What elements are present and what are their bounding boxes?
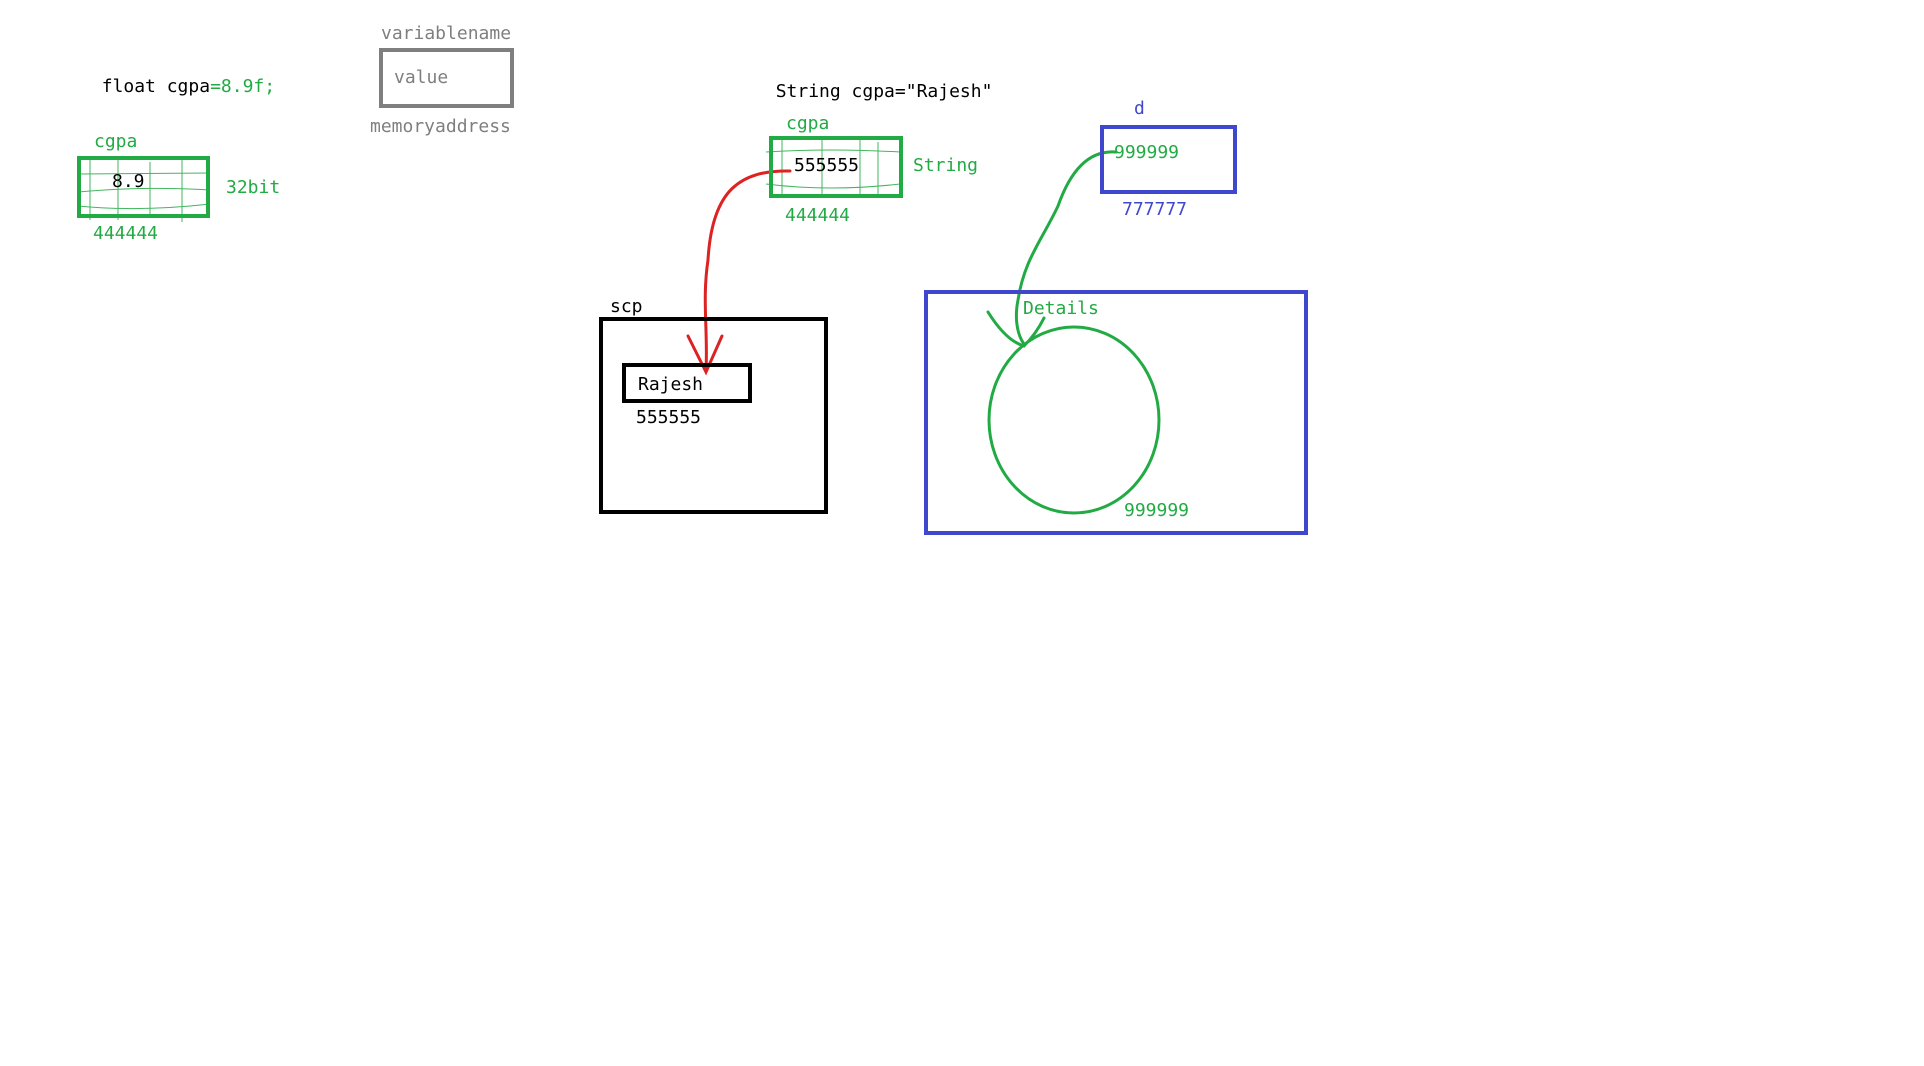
scp-area xyxy=(599,317,828,514)
legend-variable-name: variablename xyxy=(381,23,512,44)
float-address: 444444 xyxy=(93,223,159,244)
heap-object-address: 999999 xyxy=(1124,500,1190,521)
float-value: 8.9 xyxy=(112,171,145,192)
object-reference-value: 999999 xyxy=(1114,142,1180,163)
heap-area xyxy=(924,290,1308,535)
string-variable-name: cgpa xyxy=(786,113,830,134)
string-declaration: String cgpa="Rajesh" xyxy=(754,65,993,102)
float-declaration: float cgpa=8.9f; xyxy=(80,60,275,96)
legend-memory-address: memoryaddress xyxy=(370,116,511,137)
float-declaration-prefix: float cgpa xyxy=(101,76,211,97)
string-address: 444444 xyxy=(785,205,851,226)
string-type: String xyxy=(913,155,979,176)
scp-entry-value: Rajesh xyxy=(638,374,704,395)
float-size: 32bit xyxy=(226,177,281,198)
string-declaration-suffix: ="Rajesh" xyxy=(894,81,993,102)
string-reference-value: 555555 xyxy=(794,155,860,176)
float-declaration-suffix: =8.9f; xyxy=(210,76,276,97)
scp-label: scp xyxy=(610,296,643,317)
object-variable-name: d xyxy=(1134,98,1145,119)
scp-entry-address: 555555 xyxy=(636,407,702,428)
object-reference-address: 777777 xyxy=(1122,199,1188,220)
string-declaration-prefix: String cgpa xyxy=(775,81,895,102)
heap-object-label: Details xyxy=(1023,298,1099,319)
float-variable-name: cgpa xyxy=(94,131,138,152)
legend-value: value xyxy=(394,67,449,88)
